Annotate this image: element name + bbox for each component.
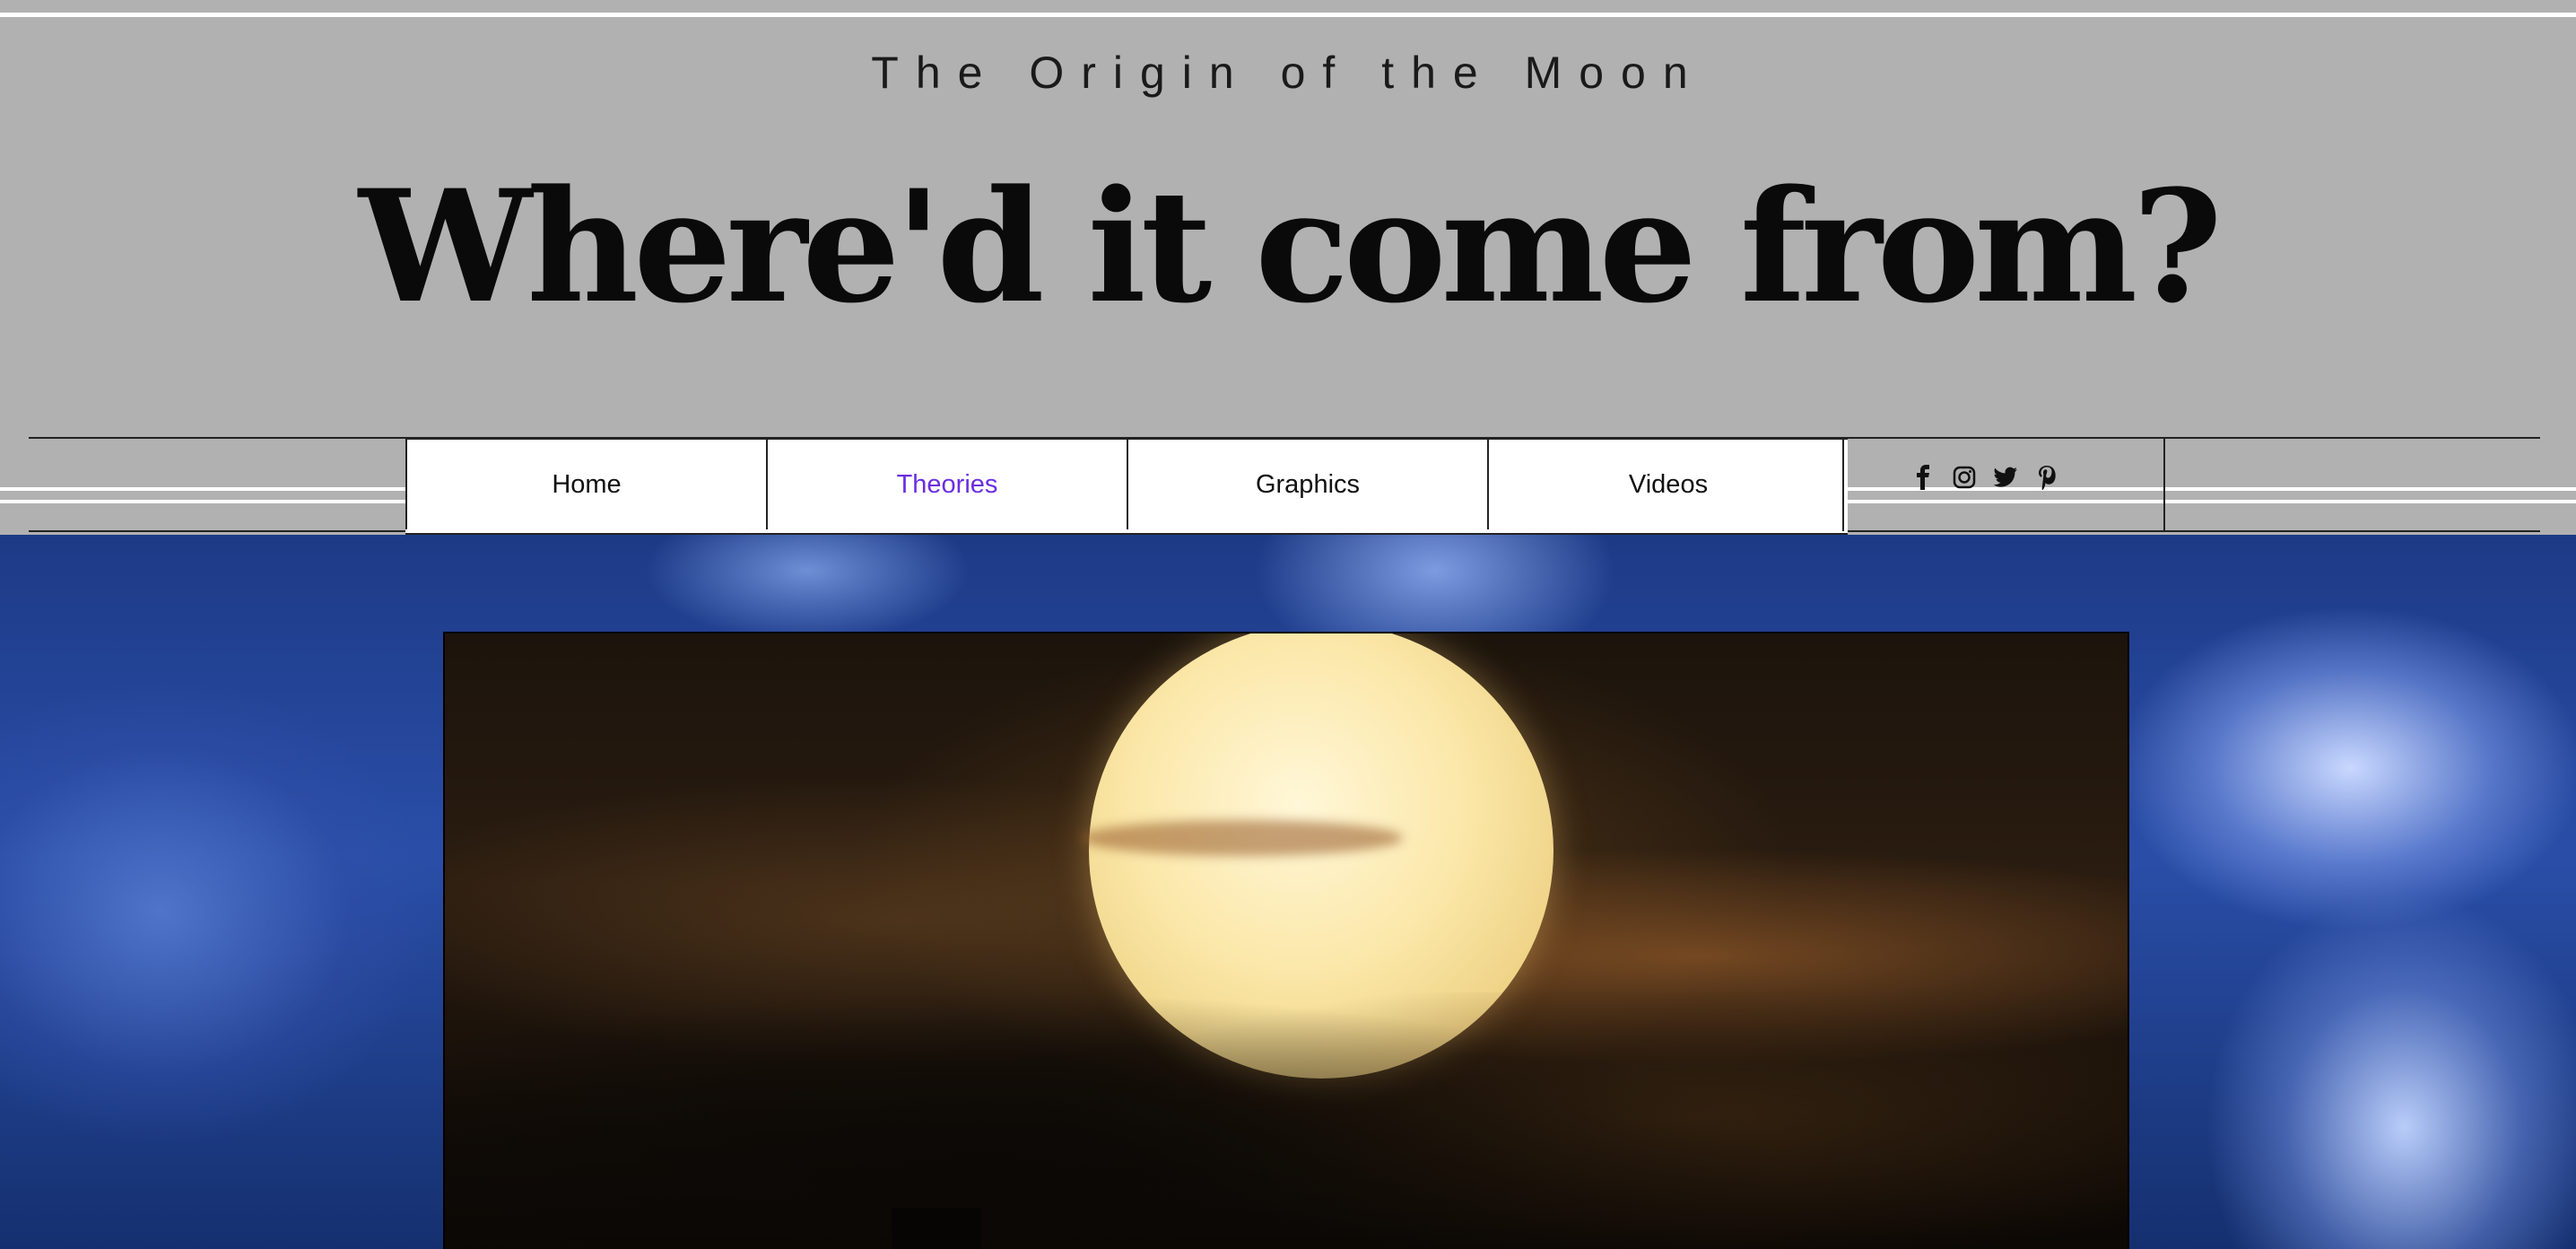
nav-home[interactable]: Home <box>405 440 766 529</box>
nav-graphics[interactable]: Graphics <box>1127 440 1487 529</box>
main-nav: Home Theories Graphics Videos <box>405 438 1848 535</box>
nav-videos-label: Videos <box>1628 469 1709 499</box>
hero-background <box>0 535 2576 1249</box>
moon-cloud-streak <box>1080 820 1403 856</box>
social-links <box>1910 465 2059 490</box>
page-headline: Where'd it come from? <box>358 155 2223 337</box>
nav-theories[interactable]: Theories <box>766 440 1127 529</box>
facebook-icon[interactable] <box>1910 465 1936 490</box>
nav-home-label: Home <box>552 469 622 499</box>
instagram-icon[interactable] <box>1952 465 1977 490</box>
dark-cloud-bank <box>445 992 2128 1249</box>
moon-photo <box>443 632 2129 1249</box>
header-divider <box>0 13 2576 17</box>
twitter-icon[interactable] <box>1993 465 2018 490</box>
nav-theories-label: Theories <box>896 469 998 499</box>
nav-videos[interactable]: Videos <box>1487 440 1848 529</box>
tower-silhouette <box>892 1208 981 1249</box>
site-subtitle: The Origin of the Moon <box>871 48 1705 98</box>
nav-graphics-label: Graphics <box>1255 469 1361 499</box>
pinterest-icon[interactable] <box>2034 465 2059 490</box>
